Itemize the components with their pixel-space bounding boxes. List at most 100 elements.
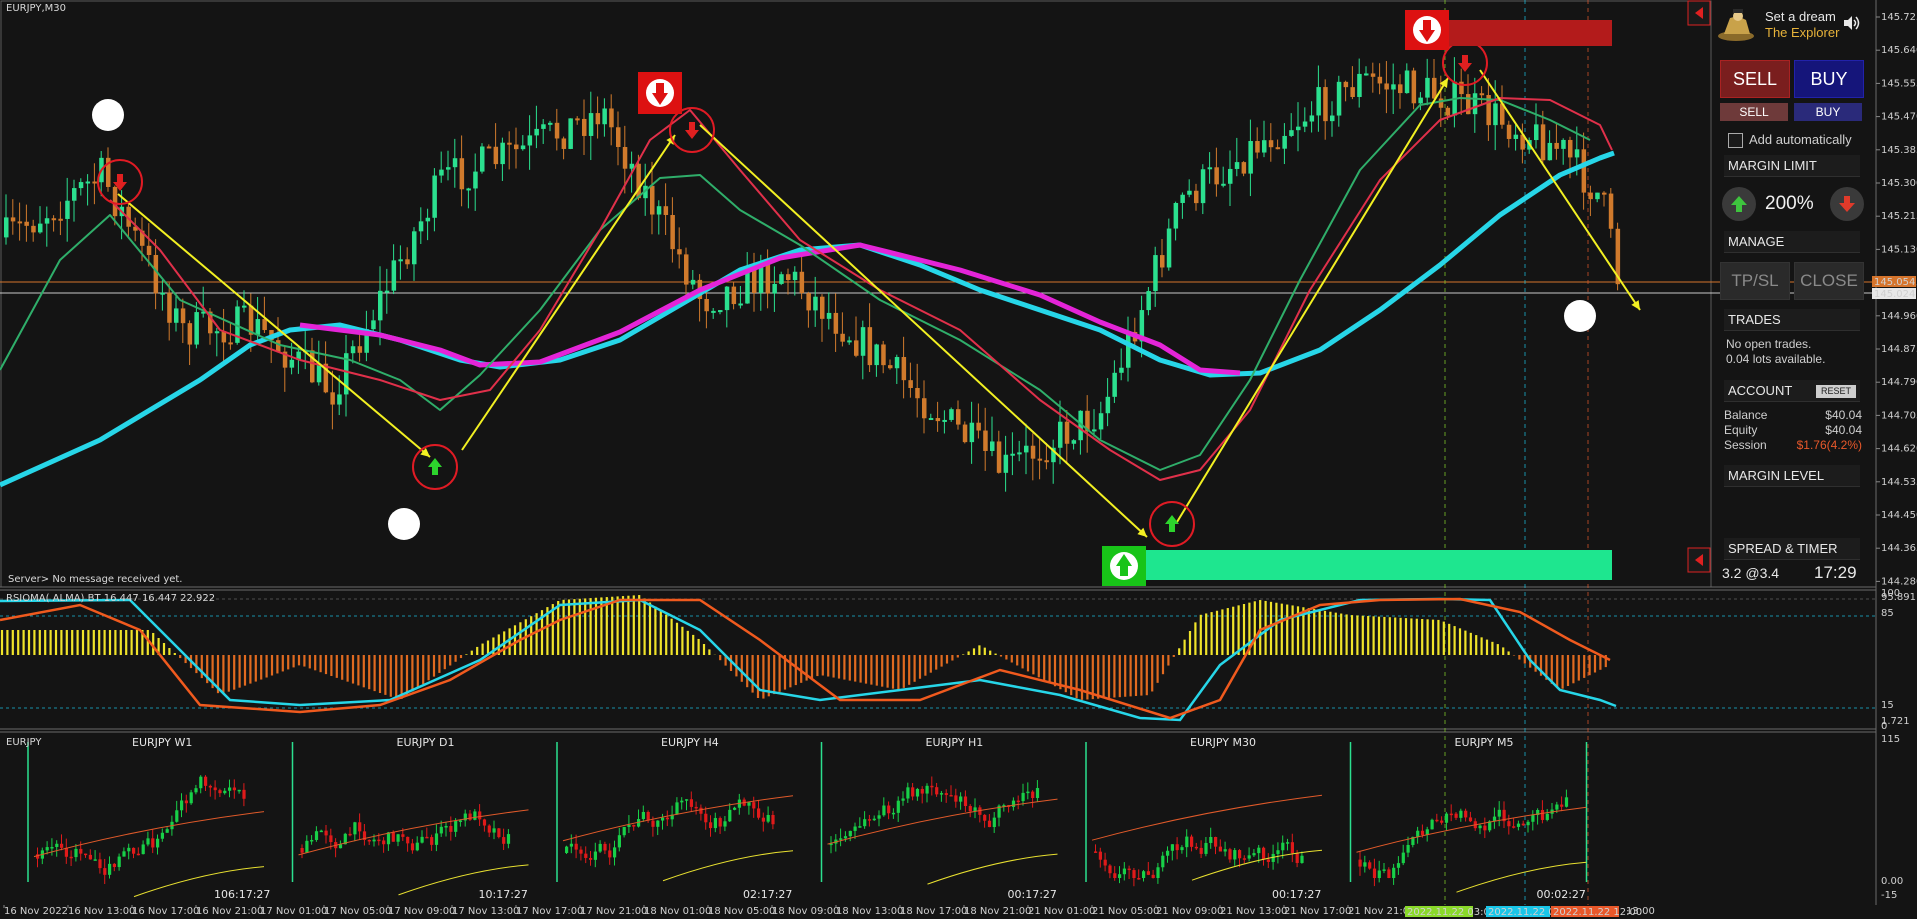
price-tick-label: 144.705	[1881, 410, 1917, 421]
symbol-title: EURJPY,M30	[6, 3, 66, 14]
equity-row: Equity $40.04	[1724, 423, 1862, 437]
collapse-bottom-marker-icon[interactable]	[1687, 547, 1711, 573]
reset-button[interactable]: RESET	[1815, 385, 1856, 398]
candle	[568, 118, 573, 150]
sell-small-button[interactable]: SELL	[1720, 103, 1788, 121]
lots-available-text: 0.04 lots available.	[1726, 352, 1826, 366]
margin-value: 200%	[1765, 193, 1814, 214]
price-tick-label: 145.470	[1881, 112, 1917, 123]
white-dot-marker	[388, 508, 420, 540]
time-tick-label: 17 Nov 17:00	[516, 906, 583, 917]
mini-chart-title: EURJPY H1	[926, 736, 984, 749]
collapse-top-marker-icon[interactable]	[1687, 0, 1711, 26]
mini-tick-label: 115	[1881, 734, 1900, 745]
arrow-down-icon	[1839, 196, 1855, 212]
rsi-tick-label: 95.891	[1881, 592, 1916, 603]
session-label: Session	[1724, 438, 1767, 452]
buy-zone-box	[1102, 546, 1612, 586]
candle	[949, 407, 954, 422]
time-tick-last: 13:00	[1626, 906, 1655, 917]
mini-chart-title: EURJPY W1	[132, 736, 192, 749]
add-auto-label: Add automatically	[1749, 132, 1852, 147]
balance-value: $40.04	[1825, 408, 1862, 422]
time-highlight-text: 2022.11.22 03:00	[1407, 907, 1496, 918]
time-tick-label: 16 Nov 13:00	[68, 906, 135, 917]
equity-value: $40.04	[1825, 423, 1862, 437]
white-dot-marker	[1564, 300, 1596, 332]
manage-header: MANAGE	[1724, 231, 1860, 253]
sell-marker-box	[638, 72, 682, 114]
time-tick-label: 18 Nov 17:00	[900, 906, 967, 917]
time-tick-label: 18 Nov 21:00	[964, 906, 1031, 917]
price-tick-label: 144.535	[1881, 477, 1917, 488]
time-tick-label: 17 Nov 05:00	[324, 906, 391, 917]
balance-label: Balance	[1724, 408, 1768, 422]
time-highlight-text: 2022.11.22 08	[1488, 907, 1561, 918]
price-tick-label: 145.300	[1881, 178, 1917, 189]
mini-chart-timer: 02:17:27	[743, 888, 792, 901]
time-tick-label: 21 Nov 17:00	[1284, 906, 1351, 917]
logo-line1: Set a dream	[1765, 9, 1836, 24]
arrow-up-icon	[1731, 196, 1747, 212]
speaker-icon[interactable]	[1842, 14, 1860, 32]
session-value: $1.76(4.2%)	[1796, 438, 1862, 452]
margin-up-button[interactable]	[1722, 187, 1756, 221]
time-tick-label: 21 Nov 09:00	[1156, 906, 1223, 917]
price-tick-label: 145.555	[1881, 78, 1917, 89]
close-button[interactable]: CLOSE	[1794, 262, 1864, 300]
time-tick-label: 16 Nov 21:00	[196, 906, 263, 917]
logo-line2: The Explorer	[1765, 25, 1840, 40]
spread-timer-header: SPREAD & TIMER	[1724, 538, 1860, 560]
spread-value: 3.2 @3.4	[1722, 565, 1780, 581]
mini-chart-timer: 106:17:27	[214, 888, 270, 901]
price-tick-label: 145.725	[1881, 12, 1917, 23]
mini-chart-title: EURJPY M5	[1455, 736, 1514, 749]
main-chart-canvas[interactable]: EURJPY W1 106:17:27 EURJPY D1 10:17:27 EURJP…	[0, 0, 1917, 919]
margin-limit-header: MARGIN LIMIT	[1724, 155, 1860, 177]
server-message: Server> No message received yet.	[8, 574, 183, 585]
price-tick-label: 145.640	[1881, 45, 1917, 56]
time-tick-label: 18 Nov 01:00	[644, 906, 711, 917]
mini-chart-timer: 00:02:27	[1537, 888, 1586, 901]
mini-chart-timer: 00:17:27	[1008, 888, 1057, 901]
price-tick-label: 144.450	[1881, 510, 1917, 521]
buy-button[interactable]: BUY	[1794, 60, 1864, 98]
mini-chart-title: EURJPY H4	[661, 736, 719, 749]
white-dot-marker	[92, 99, 124, 131]
rsi-tick-label: 15	[1881, 700, 1894, 711]
time-tick-label: 21 Nov 05:00	[1092, 906, 1159, 917]
mini-chart-title: EURJPY M30	[1190, 736, 1256, 749]
mini-panel-label: EURJPY	[6, 737, 42, 748]
buy-small-button[interactable]: BUY	[1794, 103, 1862, 121]
account-header: ACCOUNT RESET	[1724, 380, 1860, 402]
add-auto-checkbox[interactable]	[1728, 133, 1743, 148]
time-tick-label: 17 Nov 01:00	[260, 906, 327, 917]
indicator-title: RSIOMA( ALMA) BT 16.447 16.447 22.922	[6, 593, 215, 604]
mini-tick-label: -15	[1881, 890, 1897, 901]
candle	[1411, 67, 1417, 110]
price-tick-label: 144.620	[1881, 444, 1917, 455]
account-label: ACCOUNT	[1728, 383, 1793, 398]
mini-tick-label: 0.00	[1881, 876, 1903, 887]
timer-value: 17:29	[1814, 563, 1857, 582]
time-tick-label: 16 Nov 17:00	[132, 906, 199, 917]
time-highlight-tag: 2022.11.22 03:00	[1405, 906, 1496, 918]
time-tick-label: 17 Nov 09:00	[388, 906, 455, 917]
rsi-tick-label: 0	[1881, 721, 1887, 732]
mini-chart-title: EURJPY D1	[397, 736, 455, 749]
balance-row: Balance $40.04	[1724, 408, 1862, 422]
margin-down-button[interactable]	[1830, 187, 1864, 221]
tpsl-button[interactable]: TP/SL	[1720, 262, 1790, 300]
trades-header: TRADES	[1724, 309, 1860, 331]
no-trades-text: No open trades.	[1726, 337, 1812, 351]
session-row: Session $1.76(4.2%)	[1724, 438, 1862, 452]
time-tick-label: 18 Nov 09:00	[772, 906, 839, 917]
price-tick-label: 144.960	[1881, 311, 1917, 322]
price-tag-white: 145.024	[1874, 289, 1915, 300]
price-tick-label: 145.385	[1881, 145, 1917, 156]
price-tick-label: 145.130	[1881, 244, 1917, 255]
rsi-tick-label: 85	[1881, 608, 1894, 619]
sell-button[interactable]: SELL	[1720, 60, 1790, 98]
time-tick-label: 21 Nov 01:00	[1028, 906, 1095, 917]
mini-chart-timer: 10:17:27	[479, 888, 528, 901]
